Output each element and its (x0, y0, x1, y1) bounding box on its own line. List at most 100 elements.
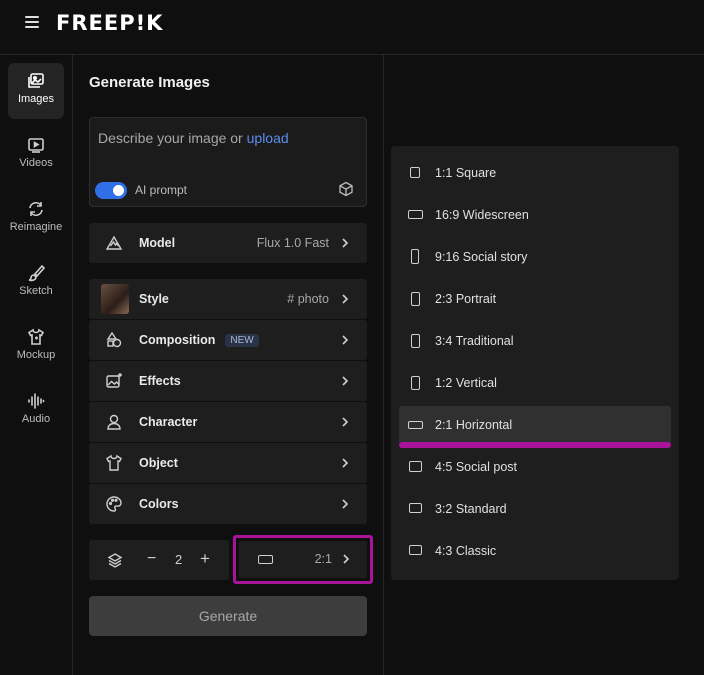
generate-panel: Generate Images Describe your image or u… (74, 55, 383, 675)
palette-icon (106, 496, 122, 512)
shirt-icon (27, 328, 45, 345)
aspect-option-2-3[interactable]: 2:3 Portrait (399, 280, 671, 318)
ai-prompt-label: AI prompt (135, 183, 188, 197)
decrement-button[interactable]: − (147, 550, 156, 568)
upload-link[interactable]: upload (247, 130, 289, 146)
brush-icon (28, 264, 45, 282)
aspect-option-label: 4:5 Social post (435, 460, 517, 474)
aspect-ratio-value: 2:1 (314, 552, 332, 566)
menu-icon[interactable] (25, 16, 39, 30)
aspect-option-label: 9:16 Social story (435, 250, 528, 264)
prompt-placeholder-text: Describe your image or (98, 130, 247, 146)
nav-item-images[interactable]: Images (8, 63, 64, 119)
aspect-option-3-4[interactable]: 3:4 Traditional (399, 322, 671, 360)
aspect-option-3-2[interactable]: 3:2 Standard (399, 490, 671, 528)
image-count-value: 2 (175, 552, 183, 567)
aspect-option-9-16[interactable]: 9:16 Social story (399, 238, 671, 276)
nav-item-reimagine[interactable]: Reimagine (8, 191, 64, 247)
composition-label: Composition NEW (139, 333, 259, 347)
aspect-option-label: 3:4 Traditional (435, 334, 514, 348)
model-icon (105, 235, 123, 250)
aspect-option-1-1[interactable]: 1:1 Square (399, 154, 671, 192)
effects-label: Effects (139, 374, 181, 388)
aspect-option-label: 1:2 Vertical (435, 376, 497, 390)
widescreen-shape-icon (408, 210, 423, 219)
aspect-option-4-3[interactable]: 4:3 Classic (399, 532, 671, 570)
shapes-icon (106, 331, 122, 348)
nav-label: Sketch (19, 285, 53, 297)
aspect-ratio-button[interactable]: 2:1 (239, 541, 367, 578)
panel-divider (383, 55, 384, 675)
shirt-icon (106, 454, 122, 471)
aspect-ratio-icon (258, 555, 273, 564)
traditional-shape-icon (411, 334, 420, 348)
nav-label: Images (17, 93, 55, 105)
aspect-option-16-9[interactable]: 16:9 Widescreen (399, 196, 671, 234)
object-label: Object (139, 456, 178, 470)
aspect-option-1-2[interactable]: 1:2 Vertical (399, 364, 671, 402)
image-sparkle-icon (106, 373, 122, 388)
aspect-option-label: 1:1 Square (435, 166, 497, 180)
classic-shape-icon (409, 545, 422, 555)
page-title: Generate Images (89, 74, 210, 91)
images-icon (28, 73, 44, 88)
style-label: Style (139, 292, 169, 306)
prompt-input[interactable]: Describe your image or upload AI prompt (89, 117, 367, 207)
object-option[interactable]: Object (89, 443, 367, 483)
aspect-ratio-highlight: 2:1 (233, 535, 373, 584)
character-option[interactable]: Character (89, 402, 367, 442)
social-post-shape-icon (409, 461, 422, 472)
prompt-placeholder[interactable]: Describe your image or upload (98, 130, 289, 146)
nav-item-audio[interactable]: Audio (8, 383, 64, 439)
person-icon (107, 414, 121, 430)
chevron-right-icon (342, 335, 349, 345)
chevron-right-icon (342, 376, 349, 386)
chevron-right-icon (342, 458, 349, 468)
new-badge: NEW (225, 334, 259, 347)
nav-label: Audio (21, 413, 51, 425)
model-value: Flux 1.0 Fast (256, 236, 329, 250)
story-shape-icon (411, 249, 419, 264)
colors-option[interactable]: Colors (89, 484, 367, 524)
style-thumbnail (101, 284, 129, 314)
colors-label: Colors (139, 497, 179, 511)
nav-item-sketch[interactable]: Sketch (8, 255, 64, 311)
composition-label-text: Composition (139, 333, 216, 347)
generate-button[interactable]: Generate (89, 596, 367, 636)
aspect-option-label: 2:1 Horizontal (435, 418, 513, 432)
chevron-right-icon (342, 499, 349, 509)
waveform-icon (28, 393, 45, 409)
chevron-right-icon (342, 417, 349, 427)
refresh-icon (29, 201, 43, 217)
increment-button[interactable]: + (200, 549, 210, 569)
square-shape-icon (410, 167, 420, 178)
chevron-right-icon (343, 554, 350, 564)
nav-label: Mockup (16, 349, 56, 361)
layers-icon (107, 553, 123, 568)
aspect-option-label: 3:2 Standard (435, 502, 507, 516)
effects-option[interactable]: Effects (89, 361, 367, 401)
aspect-option-label: 4:3 Classic (435, 544, 497, 558)
freepik-logo[interactable]: FREEP!K (56, 11, 163, 35)
ai-prompt-toggle[interactable] (95, 182, 127, 199)
video-icon (28, 138, 44, 153)
style-option[interactable]: Style # photo (89, 279, 367, 319)
chevron-right-icon (342, 294, 349, 304)
composition-option[interactable]: Composition NEW (89, 320, 367, 360)
image-count-stepper: − 2 + (89, 540, 229, 580)
top-bar: FREEP!K (0, 0, 704, 55)
aspect-option-label: 2:3 Portrait (435, 292, 497, 306)
nav-item-videos[interactable]: Videos (8, 127, 64, 183)
character-label: Character (139, 415, 198, 429)
model-selector[interactable]: Model Flux 1.0 Fast (89, 223, 367, 263)
aspect-option-label: 16:9 Widescreen (435, 208, 529, 222)
cube-icon[interactable] (338, 181, 354, 197)
nav-item-mockup[interactable]: Mockup (8, 319, 64, 375)
aspect-option-4-5[interactable]: 4:5 Social post (399, 448, 671, 486)
chevron-right-icon (342, 238, 349, 248)
aspect-ratio-menu: 1:1 Square 16:9 Widescreen 9:16 Social s… (391, 146, 679, 580)
nav-label: Videos (19, 157, 53, 169)
left-nav: Images Videos Reimagine Sketch Mockup Au… (0, 55, 73, 675)
aspect-option-2-1[interactable]: 2:1 Horizontal (399, 406, 671, 444)
horizontal-shape-icon (408, 421, 423, 429)
